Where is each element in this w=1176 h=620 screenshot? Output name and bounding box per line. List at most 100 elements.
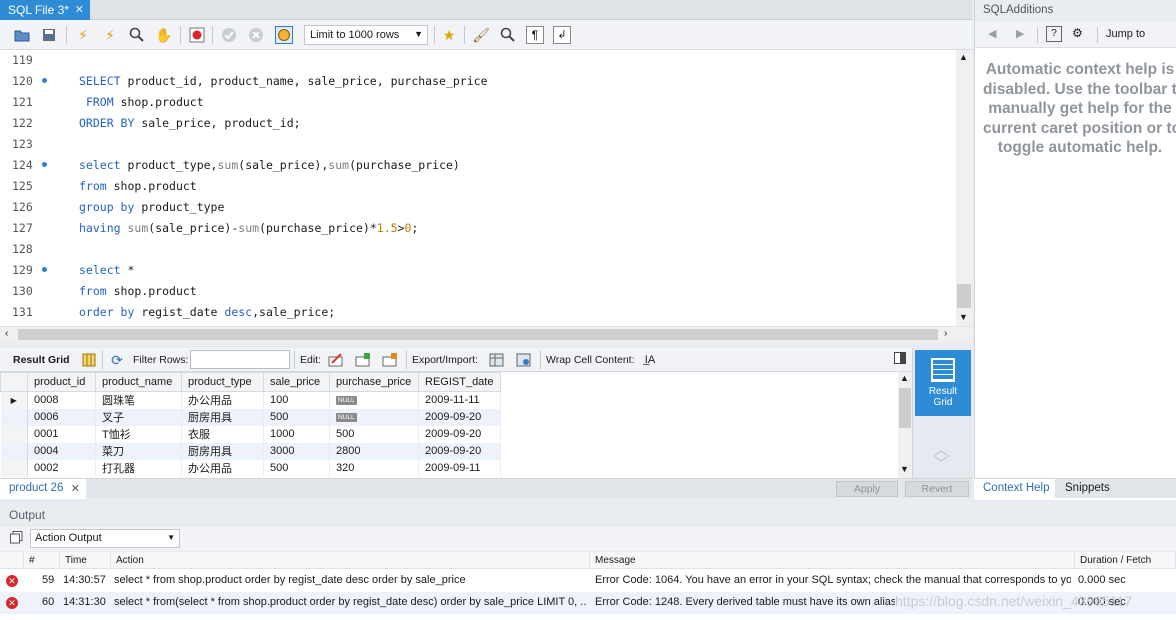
- close-icon[interactable]: ✕: [71, 482, 80, 495]
- explain-magnifier-icon[interactable]: [128, 26, 146, 44]
- result-grid-panel-button[interactable]: Result Grid: [915, 350, 971, 416]
- import-icon[interactable]: [515, 351, 533, 369]
- code-line[interactable]: 124 select product_type,sum(sale_price),s…: [0, 158, 956, 179]
- table-cell[interactable]: T恤衫: [95, 425, 182, 443]
- table-cell[interactable]: 办公用品: [181, 391, 264, 409]
- table-cell[interactable]: 500: [263, 459, 330, 477]
- output-col-time[interactable]: Time: [60, 552, 111, 569]
- execute-lightning-icon[interactable]: ⚡: [74, 26, 92, 44]
- tab-sql-file-3[interactable]: SQL File 3* ✕: [0, 0, 90, 20]
- table-cell[interactable]: 500: [329, 425, 419, 443]
- code-line[interactable]: 122 ORDER BY sale_price, product_id;: [0, 116, 956, 137]
- table-cell[interactable]: 3000: [263, 442, 330, 460]
- table-cell[interactable]: 2009-09-20: [418, 442, 501, 460]
- column-header[interactable]: REGIST_date: [418, 372, 501, 392]
- scroll-down-icon[interactable]: ▼: [900, 464, 909, 474]
- sql-code-editor[interactable]: 119 120 SELECT product_id, product_name, s…: [0, 50, 956, 326]
- table-row[interactable]: 0002 打孔器 办公用品 500 320 2009-09-11: [0, 459, 501, 477]
- execute-current-lightning-icon[interactable]: ⚡: [101, 26, 119, 44]
- output-col-number[interactable]: #: [24, 552, 60, 569]
- table-cell[interactable]: 叉子: [95, 408, 182, 426]
- panel-scroll-chevrons-icon[interactable]: ︿ ﹀: [933, 443, 949, 473]
- output-col-duration[interactable]: Duration / Fetch: [1075, 552, 1176, 569]
- table-cell[interactable]: 2009-09-11: [418, 459, 501, 477]
- column-header[interactable]: product_type: [181, 372, 264, 392]
- table-cell[interactable]: 320: [329, 459, 419, 477]
- table-cell[interactable]: 0002: [27, 459, 96, 477]
- save-icon[interactable]: [40, 26, 58, 44]
- refresh-icon[interactable]: ⟳: [108, 351, 126, 369]
- output-col-action[interactable]: Action: [111, 552, 590, 569]
- row-indicator[interactable]: [0, 459, 28, 477]
- table-row[interactable]: 0006 叉子 厨房用具 500 NULL 2009-09-20: [0, 408, 501, 426]
- open-folder-icon[interactable]: [13, 26, 31, 44]
- output-row[interactable]: ✕ 59 14:30:57 select * from shop.product…: [0, 570, 1176, 592]
- word-wrap-icon[interactable]: ↲: [553, 26, 571, 44]
- jump-to-select[interactable]: Jump to: [1106, 28, 1145, 40]
- table-cell[interactable]: 2009-09-20: [418, 408, 501, 426]
- table-cell[interactable]: 0008: [27, 391, 96, 409]
- manual-help-icon[interactable]: ?: [1046, 26, 1062, 42]
- output-type-select[interactable]: Action Output ▼: [30, 529, 180, 548]
- table-cell[interactable]: 圆珠笔: [95, 391, 182, 409]
- forward-arrow-icon[interactable]: ▶: [1016, 27, 1024, 40]
- table-cell[interactable]: 厨房用具: [181, 442, 264, 460]
- tab-close-icon[interactable]: ✕: [75, 3, 84, 16]
- table-cell[interactable]: 衣服: [181, 425, 264, 443]
- code-line[interactable]: 125 from shop.product: [0, 179, 956, 200]
- table-cell[interactable]: 厨房用具: [181, 408, 264, 426]
- table-cell[interactable]: 1000: [263, 425, 330, 443]
- apply-button[interactable]: Apply: [836, 481, 898, 497]
- code-line[interactable]: 128: [0, 242, 956, 263]
- scroll-up-icon[interactable]: ▲: [959, 52, 968, 62]
- row-indicator[interactable]: [0, 408, 28, 426]
- code-line[interactable]: 126 group by product_type: [0, 200, 956, 221]
- table-row[interactable]: 0004 菜刀 厨房用具 3000 2800 2009-09-20: [0, 442, 501, 460]
- scrollbar-thumb[interactable]: [18, 329, 938, 340]
- limit-rows-select[interactable]: Limit to 1000 rows ▼: [304, 25, 428, 45]
- editor-vertical-scrollbar[interactable]: ▲ ▼: [956, 50, 972, 326]
- back-arrow-icon[interactable]: ◀: [988, 27, 996, 40]
- copy-icon[interactable]: [10, 531, 23, 547]
- table-cell[interactable]: 2009-09-20: [418, 425, 501, 443]
- table-cell[interactable]: 0006: [27, 408, 96, 426]
- row-indicator[interactable]: ▶: [0, 391, 28, 409]
- code-line[interactable]: 121 FROM shop.product: [0, 95, 956, 116]
- scroll-up-icon[interactable]: ▲: [900, 373, 909, 383]
- code-line[interactable]: 123: [0, 137, 956, 158]
- editor-horizontal-scrollbar[interactable]: ‹ ›: [0, 326, 972, 342]
- filter-rows-input[interactable]: [190, 350, 290, 369]
- table-cell[interactable]: 2009-11-11: [418, 391, 501, 409]
- stop-on-error-icon[interactable]: [188, 26, 206, 44]
- code-line[interactable]: 129 select *: [0, 263, 956, 284]
- scroll-right-icon[interactable]: ›: [944, 328, 947, 339]
- wrap-cell-icon[interactable]: I̲A: [641, 351, 659, 369]
- insert-row-icon[interactable]: [354, 351, 372, 369]
- revert-button[interactable]: Revert: [905, 481, 969, 497]
- scrollbar-thumb[interactable]: [899, 388, 911, 428]
- code-line[interactable]: 120 SELECT product_id, product_name, sale…: [0, 74, 956, 95]
- find-magnifier-icon[interactable]: [499, 26, 517, 44]
- stop-hand-icon[interactable]: ✋: [155, 26, 173, 44]
- grid-view-icon[interactable]: [80, 351, 98, 369]
- table-cell[interactable]: 500: [263, 408, 330, 426]
- table-row[interactable]: 0001 T恤衫 衣服 1000 500 2009-09-20: [0, 425, 501, 443]
- column-header[interactable]: sale_price: [263, 372, 330, 392]
- table-cell[interactable]: 菜刀: [95, 442, 182, 460]
- table-cell[interactable]: 办公用品: [181, 459, 264, 477]
- table-cell[interactable]: 0004: [27, 442, 96, 460]
- table-cell[interactable]: 100: [263, 391, 330, 409]
- column-header[interactable]: product_name: [95, 372, 182, 392]
- scroll-down-icon[interactable]: ▼: [959, 312, 968, 322]
- tab-snippets[interactable]: Snippets: [1056, 479, 1116, 499]
- commit-check-icon[interactable]: [220, 26, 238, 44]
- table-row[interactable]: ▶ 0008 圆珠笔 办公用品 100 NULL 2009-11-11: [0, 391, 501, 409]
- table-cell[interactable]: 2800: [329, 442, 419, 460]
- export-icon[interactable]: [488, 351, 506, 369]
- delete-row-icon[interactable]: [381, 351, 399, 369]
- code-line[interactable]: 130 from shop.product: [0, 284, 956, 305]
- add-snippet-star-icon[interactable]: ★: [440, 26, 458, 44]
- edit-row-icon[interactable]: [327, 351, 345, 369]
- code-line[interactable]: 131 order by regist_date desc,sale_price;: [0, 305, 956, 326]
- scroll-left-icon[interactable]: ‹: [5, 328, 8, 339]
